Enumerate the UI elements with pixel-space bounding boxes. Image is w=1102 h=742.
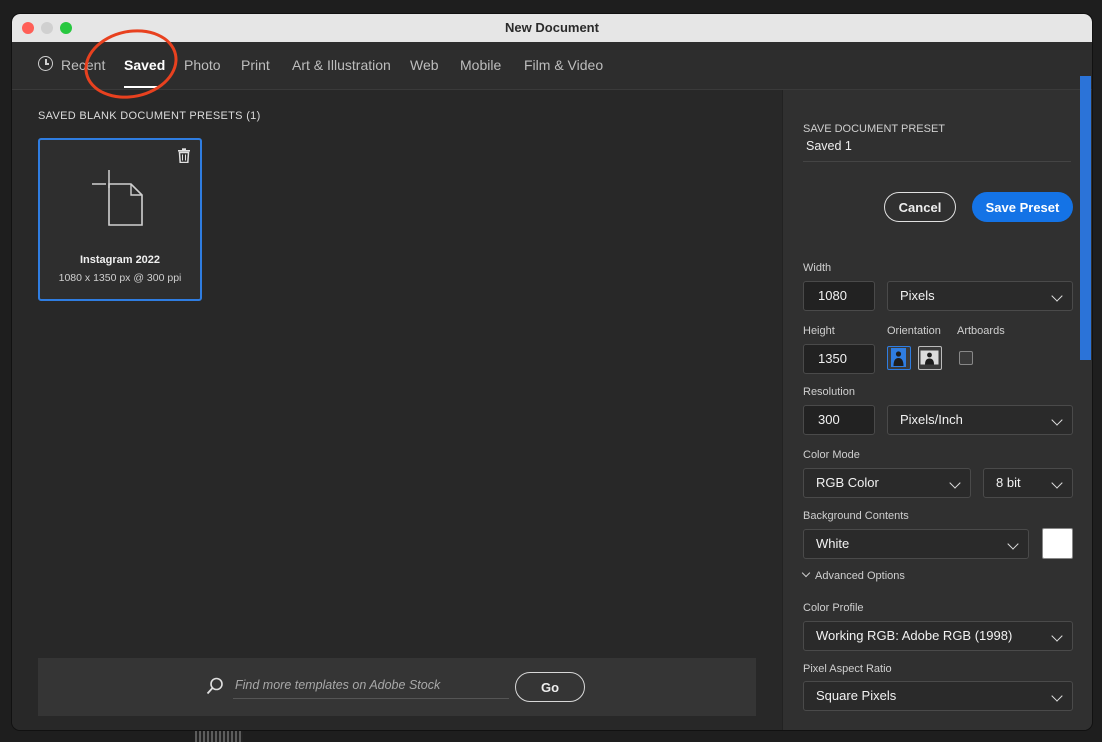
tab-photo[interactable]: Photo [184, 57, 221, 73]
chevron-down-icon [1007, 538, 1019, 550]
portrait-orientation-icon[interactable] [887, 346, 911, 370]
presets-panel: SAVED BLANK DOCUMENT PRESETS (1) Instagr… [12, 90, 782, 730]
bit-depth-select[interactable]: 8 bit [983, 468, 1073, 498]
color-mode-label: Color Mode [803, 449, 860, 461]
background-window-fragment [195, 731, 243, 742]
tab-film-video[interactable]: Film & Video [524, 57, 603, 73]
section-title: SAVED BLANK DOCUMENT PRESETS (1) [38, 110, 261, 122]
color-profile-value: Working RGB: Adobe RGB (1998) [816, 628, 1013, 643]
width-unit-value: Pixels [900, 288, 935, 303]
preset-card[interactable]: Instagram 2022 1080 x 1350 px @ 300 ppi [38, 138, 202, 301]
artboards-label: Artboards [957, 325, 1005, 337]
width-unit-select[interactable]: Pixels [887, 281, 1073, 311]
stock-search-input[interactable] [233, 672, 509, 699]
pixel-aspect-ratio-value: Square Pixels [816, 688, 897, 703]
tab-art-illustration[interactable]: Art & Illustration [292, 57, 391, 73]
tab-print[interactable]: Print [241, 57, 270, 73]
background-window-scrollbar [1080, 76, 1091, 360]
search-icon [206, 677, 224, 700]
chevron-down-icon [801, 568, 811, 578]
color-mode-value: RGB Color [816, 475, 879, 490]
resolution-field[interactable]: 300 [803, 405, 875, 435]
preset-details-panel: SAVE DOCUMENT PRESET Saved 1 Cancel Save… [782, 90, 1092, 730]
chevron-down-icon [1051, 690, 1063, 702]
advanced-options-label: Advanced Options [815, 570, 905, 582]
bit-depth-value: 8 bit [996, 475, 1021, 490]
color-mode-select[interactable]: RGB Color [803, 468, 971, 498]
pixel-aspect-ratio-label: Pixel Aspect Ratio [803, 663, 892, 675]
preset-count: (1) [246, 110, 261, 122]
stock-search-bar: Go [38, 658, 756, 716]
new-document-window: New Document Recent Saved Photo Print Ar… [12, 14, 1092, 730]
width-field[interactable]: 1080 [803, 281, 875, 311]
title-bar: New Document [12, 14, 1092, 42]
background-contents-value: White [816, 536, 850, 551]
color-profile-select[interactable]: Working RGB: Adobe RGB (1998) [803, 621, 1073, 651]
trash-icon[interactable] [177, 148, 191, 168]
section-title-text: SAVED BLANK DOCUMENT PRESETS [38, 110, 243, 122]
preset-name: Instagram 2022 [79, 254, 161, 266]
go-button[interactable]: Go [515, 672, 585, 702]
window-title: New Document [505, 20, 599, 35]
chevron-down-icon [1051, 477, 1063, 489]
cancel-button[interactable]: Cancel [884, 192, 956, 222]
artboards-checkbox[interactable] [959, 351, 973, 365]
clock-icon [38, 56, 53, 71]
orientation-label: Orientation [887, 325, 941, 337]
height-field[interactable]: 1350 [803, 344, 875, 374]
chevron-down-icon [949, 477, 961, 489]
resolution-unit-select[interactable]: Pixels/Inch [887, 405, 1073, 435]
save-preset-button[interactable]: Save Preset [972, 192, 1073, 222]
tab-mobile[interactable]: Mobile [460, 57, 501, 73]
new-document-icon [90, 166, 146, 235]
preset-name-field[interactable]: Saved 1 [803, 130, 1071, 162]
width-label: Width [803, 262, 832, 274]
background-color-swatch[interactable] [1042, 528, 1073, 559]
resolution-label: Resolution [803, 386, 855, 398]
color-profile-label: Color Profile [803, 602, 864, 614]
advanced-options-toggle[interactable]: Advanced Options [801, 568, 905, 582]
tab-web[interactable]: Web [410, 57, 439, 73]
height-label: Height [803, 325, 835, 337]
background-contents-select[interactable]: White [803, 529, 1029, 559]
pixel-aspect-ratio-select[interactable]: Square Pixels [803, 681, 1073, 711]
landscape-orientation-icon[interactable] [918, 346, 942, 370]
resolution-unit-value: Pixels/Inch [900, 412, 963, 427]
background-contents-label: Background Contents [803, 510, 909, 522]
chevron-down-icon [1051, 290, 1063, 302]
chevron-down-icon [1051, 630, 1063, 642]
chevron-down-icon [1051, 414, 1063, 426]
preset-dimensions: 1080 x 1350 px @ 300 ppi [58, 272, 182, 284]
